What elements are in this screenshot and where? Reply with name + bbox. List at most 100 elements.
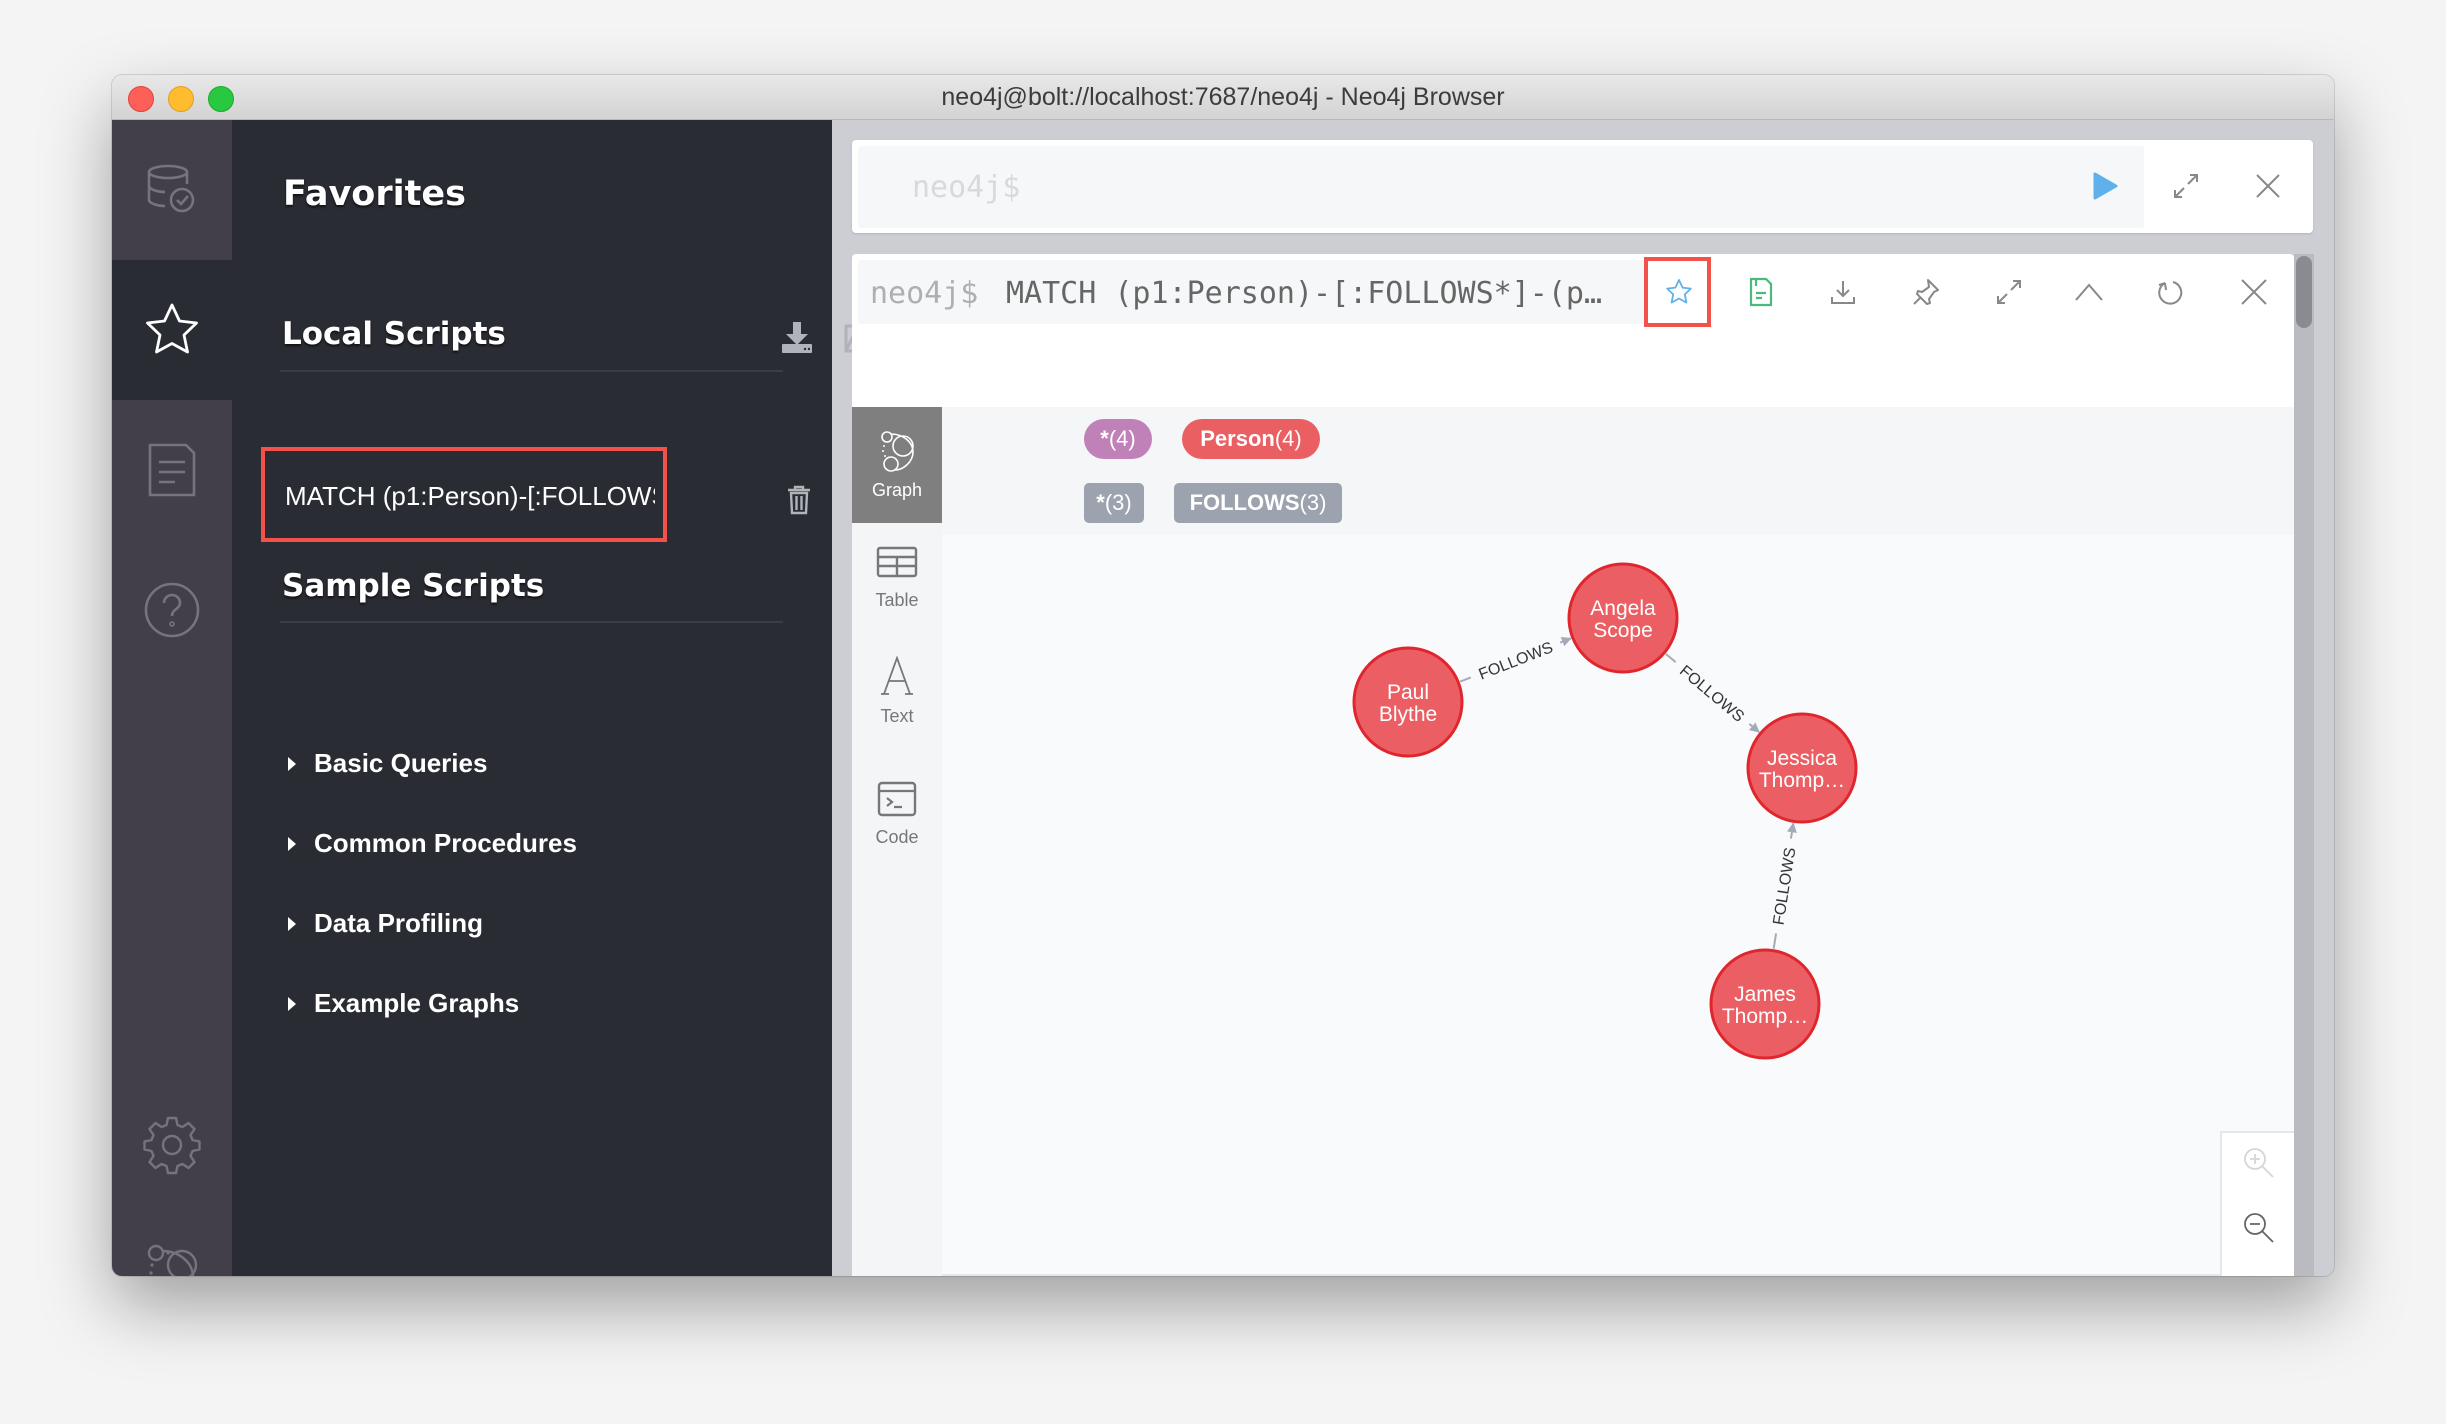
divider bbox=[280, 370, 783, 372]
divider bbox=[280, 621, 783, 623]
tab-text[interactable]: Text bbox=[852, 656, 942, 727]
nav-item-favorites[interactable] bbox=[112, 260, 232, 400]
tag-count: (3) bbox=[1104, 490, 1132, 515]
relationship-arrow[interactable] bbox=[1748, 722, 1760, 733]
editor-prompt: neo4j$ bbox=[912, 170, 1021, 205]
folder-example-graphs[interactable]: Example Graphs bbox=[288, 988, 519, 1019]
label-tag-person[interactable]: Person (4) bbox=[1182, 419, 1320, 459]
caret-right-icon bbox=[288, 756, 296, 771]
save-button[interactable] bbox=[1736, 267, 1786, 317]
relationship-line[interactable] bbox=[1459, 676, 1472, 683]
star-icon bbox=[146, 303, 198, 354]
relationship-label[interactable]: FOLLOWS bbox=[1771, 846, 1800, 926]
folder-label: Data Profiling bbox=[314, 908, 484, 938]
frame-query-text: MATCH (p1:Person)-[:FOLLOWS*]-(p… bbox=[1006, 276, 1603, 311]
tag-count: (4) bbox=[1108, 426, 1136, 451]
graph-node-paul[interactable]: PaulBlythe bbox=[1352, 646, 1464, 758]
expand-editor-button[interactable] bbox=[2161, 161, 2211, 211]
close-icon bbox=[2256, 174, 2280, 198]
node-caption: Scope bbox=[1593, 619, 1653, 642]
relationship-arrow[interactable] bbox=[1786, 822, 1797, 839]
fullscreen-button[interactable] bbox=[1984, 267, 2034, 317]
node-caption: Jessica bbox=[1767, 747, 1837, 770]
sample-scripts-heading: Sample Scripts bbox=[282, 568, 545, 604]
document-icon bbox=[148, 443, 196, 497]
relationship-line[interactable] bbox=[1665, 653, 1677, 663]
result-frame: neo4j$ MATCH (p1:Person)-[:FOLLOWS*]-(p… bbox=[852, 254, 2304, 1276]
graph-visualization[interactable]: FOLLOWS FOLLOWS FOLLOWS PaulBlythe AngelaSco… bbox=[942, 535, 2304, 1274]
graph-node-james[interactable]: JamesThomp… bbox=[1709, 948, 1821, 1060]
rerun-icon bbox=[2158, 281, 2183, 305]
database-check-icon bbox=[147, 164, 195, 213]
export-scripts-button[interactable] bbox=[780, 320, 814, 359]
play-icon bbox=[2093, 172, 2118, 200]
pin-button[interactable] bbox=[1901, 267, 1951, 317]
zoom-out-icon bbox=[2244, 1213, 2274, 1243]
graph-node-angela[interactable]: AngelaScope bbox=[1567, 562, 1679, 674]
app-window: neo4j@bolt://localhost:7687/neo4j - Neo4… bbox=[112, 75, 2334, 1276]
tag-name: * bbox=[1096, 490, 1105, 515]
title-bar: neo4j@bolt://localhost:7687/neo4j - Neo4… bbox=[112, 75, 2334, 120]
relationship-label[interactable]: FOLLOWS bbox=[1676, 663, 1747, 726]
drawer-title: Favorites bbox=[283, 174, 466, 214]
nav-item-database[interactable] bbox=[112, 120, 232, 260]
folder-basic-queries[interactable]: Basic Queries bbox=[288, 748, 487, 779]
collapse-button[interactable] bbox=[2064, 267, 2114, 317]
nav-item-about[interactable] bbox=[112, 1210, 232, 1276]
tag-name: Person bbox=[1200, 426, 1275, 451]
favorite-button[interactable] bbox=[1654, 267, 1704, 317]
node-caption: Thomp… bbox=[1759, 769, 1845, 792]
tab-table[interactable]: Table bbox=[852, 546, 942, 611]
export-button[interactable] bbox=[1818, 267, 1868, 317]
tag-count: (3) bbox=[1299, 490, 1327, 515]
close-frame-button[interactable] bbox=[2229, 267, 2279, 317]
tab-label: Code bbox=[875, 827, 919, 847]
folder-label: Basic Queries bbox=[314, 748, 488, 778]
tab-label: Table bbox=[875, 590, 919, 610]
frame-query[interactable]: neo4j$ MATCH (p1:Person)-[:FOLLOWS*]-(p… bbox=[858, 260, 1648, 324]
tab-code[interactable]: Code bbox=[852, 781, 942, 848]
local-script-item[interactable]: MATCH (p1:Person)-[:FOLLOWS*]-(p2:Person… bbox=[261, 447, 667, 542]
folder-label: Example Graphs bbox=[314, 988, 520, 1018]
delete-script-button[interactable] bbox=[787, 485, 811, 520]
neo4j-graph-icon bbox=[147, 1244, 198, 1276]
rel-tag-follows[interactable]: FOLLOWS (3) bbox=[1174, 483, 1342, 523]
scrollbar-thumb[interactable] bbox=[2296, 256, 2312, 328]
zoom-in-button[interactable] bbox=[2234, 1138, 2284, 1188]
query-editor[interactable]: neo4j$ bbox=[858, 146, 2144, 228]
scrollbar-track[interactable] bbox=[2294, 254, 2314, 1276]
graph-canvas[interactable]: FOLLOWS FOLLOWS FOLLOWS Paul Blythe Angela Sco… bbox=[942, 535, 2304, 1276]
zoom-out-button[interactable] bbox=[2234, 1203, 2284, 1253]
clear-editor-button[interactable] bbox=[2243, 161, 2293, 211]
tab-graph[interactable]: Graph bbox=[852, 407, 942, 523]
download-icon bbox=[1831, 281, 1855, 304]
relationship-line[interactable] bbox=[1772, 933, 1778, 949]
node-caption: Thomp… bbox=[1722, 1005, 1808, 1028]
graph-icon bbox=[881, 430, 914, 472]
nav-item-settings[interactable] bbox=[112, 1080, 232, 1210]
pin-icon bbox=[1913, 279, 1939, 305]
caret-right-icon bbox=[288, 836, 296, 851]
nav-item-documents[interactable] bbox=[112, 400, 232, 540]
table-icon bbox=[876, 546, 918, 578]
nav-item-help[interactable] bbox=[112, 540, 232, 680]
zoom-in-icon bbox=[2244, 1148, 2274, 1178]
folder-common-procedures[interactable]: Common Procedures bbox=[288, 828, 577, 859]
rel-tag-all[interactable]: * (3) bbox=[1084, 483, 1144, 523]
label-tag-all[interactable]: * (4) bbox=[1084, 419, 1152, 459]
relationship-arrow[interactable] bbox=[1559, 636, 1572, 647]
question-circle-icon bbox=[144, 582, 200, 638]
tag-name: * bbox=[1100, 426, 1109, 451]
local-script-text[interactable]: MATCH (p1:Person)-[:FOLLOWS*]-(p2:Person… bbox=[285, 481, 655, 512]
run-query-button[interactable] bbox=[2080, 161, 2130, 211]
folder-data-profiling[interactable]: Data Profiling bbox=[288, 908, 483, 939]
tag-name: FOLLOWS bbox=[1189, 490, 1300, 515]
nav-bar bbox=[112, 120, 232, 1276]
relationship-label[interactable]: FOLLOWS bbox=[1477, 639, 1556, 683]
graph-node-jessica[interactable]: JessicaThomp… bbox=[1746, 712, 1858, 824]
favorites-drawer: Favorites Local Scripts MATCH (p1:Person… bbox=[232, 120, 884, 1276]
folder-label: Common Procedures bbox=[314, 828, 577, 858]
save-icon bbox=[1749, 277, 1773, 307]
node-caption: Paul bbox=[1387, 681, 1429, 704]
rerun-button[interactable] bbox=[2145, 267, 2195, 317]
